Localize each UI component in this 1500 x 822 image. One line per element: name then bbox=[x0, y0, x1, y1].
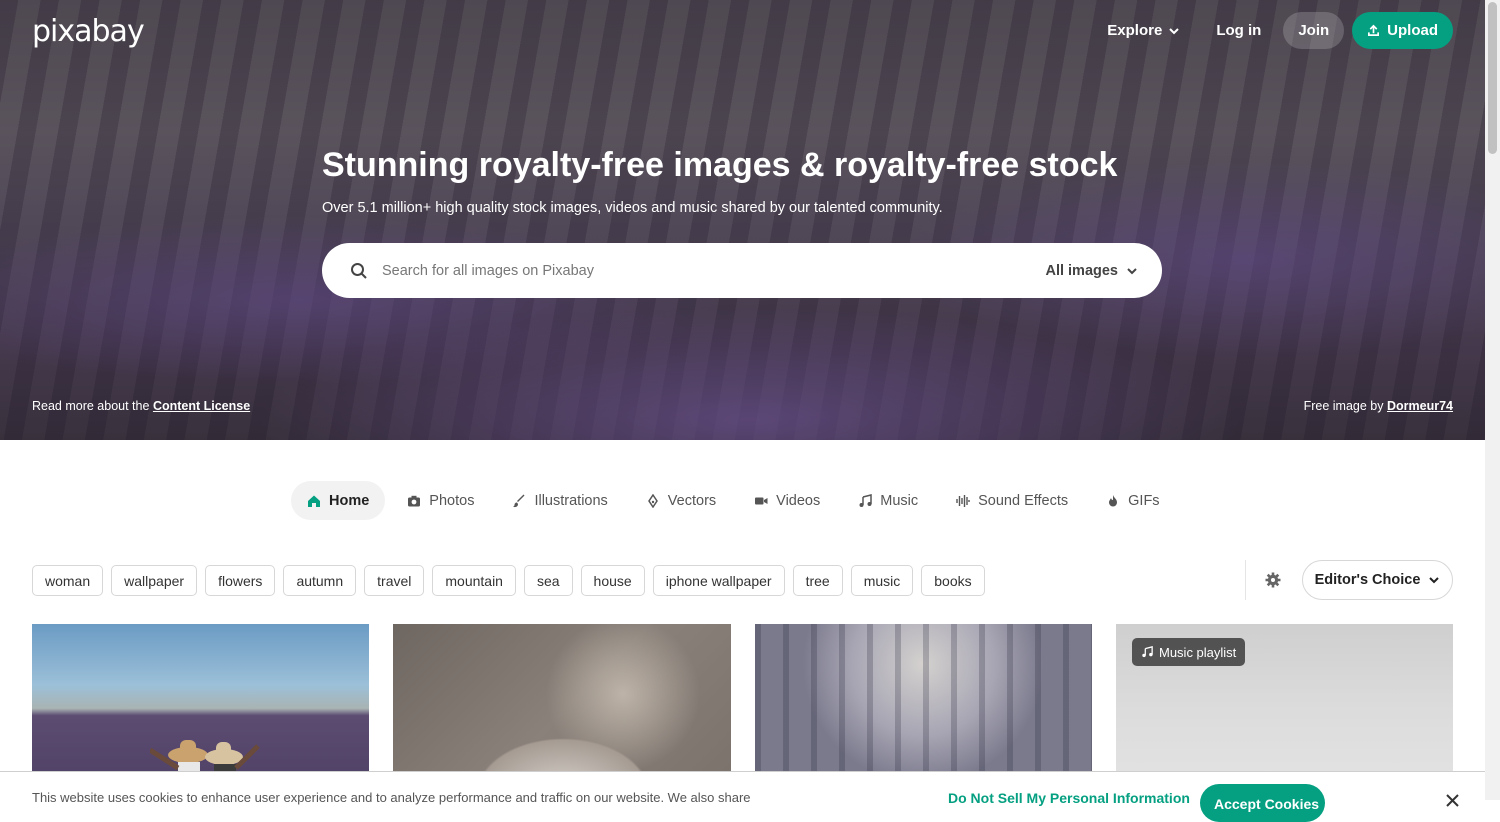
tag-chip[interactable]: music bbox=[850, 565, 914, 596]
upload-button[interactable]: Upload bbox=[1352, 12, 1453, 49]
tab-vectors[interactable]: Vectors bbox=[630, 481, 732, 520]
explore-menu[interactable]: Explore bbox=[1093, 12, 1194, 49]
music-icon bbox=[1142, 646, 1153, 658]
tab-label: Home bbox=[329, 492, 370, 509]
tab-label: GIFs bbox=[1128, 492, 1160, 509]
search-icon[interactable] bbox=[350, 262, 368, 280]
music-playlist-badge: Music playlist bbox=[1132, 638, 1246, 666]
login-link[interactable]: Log in bbox=[1202, 12, 1275, 49]
tab-gifs[interactable]: GIFs bbox=[1090, 481, 1175, 520]
music-icon bbox=[859, 493, 872, 507]
scope-label: All images bbox=[1045, 262, 1118, 279]
search-input[interactable] bbox=[382, 262, 1046, 279]
tab-music[interactable]: Music bbox=[842, 481, 934, 520]
license-prefix: Read more about the bbox=[32, 399, 150, 413]
hero-title: Stunning royalty-free images & royalty-f… bbox=[322, 146, 1118, 184]
tab-illustrations[interactable]: Illustrations bbox=[496, 481, 623, 520]
chevron-down-icon bbox=[1429, 577, 1440, 584]
pen-nib-icon bbox=[647, 493, 658, 508]
gear-icon[interactable] bbox=[1264, 571, 1282, 589]
home-icon bbox=[308, 495, 320, 507]
accept-cookies-button[interactable]: Accept Cookies bbox=[1200, 784, 1325, 822]
tag-chip[interactable]: flowers bbox=[205, 565, 276, 596]
hero-subtitle: Over 5.1 million+ high quality stock ima… bbox=[322, 200, 943, 216]
tab-label: Music bbox=[880, 492, 919, 509]
tab-label: Videos bbox=[776, 492, 821, 509]
tag-chip[interactable]: mountain bbox=[432, 565, 516, 596]
chevron-down-icon bbox=[1127, 267, 1137, 274]
tag-chip[interactable]: books bbox=[921, 565, 985, 596]
tab-label: Vectors bbox=[667, 492, 717, 509]
license-note: Read more about the Content License bbox=[32, 399, 250, 413]
upload-label: Upload bbox=[1387, 22, 1438, 39]
search-scope-dropdown[interactable]: All images bbox=[1045, 263, 1138, 279]
scrollbar-thumb[interactable] bbox=[1488, 2, 1497, 154]
credit-author-link[interactable]: Dormeur74 bbox=[1387, 399, 1453, 413]
image-credit: Free image by Dormeur74 bbox=[1304, 399, 1453, 413]
video-icon bbox=[755, 497, 768, 504]
tag-chip[interactable]: house bbox=[580, 565, 645, 596]
explore-label: Explore bbox=[1107, 22, 1163, 39]
do-not-sell-link[interactable]: Do Not Sell My Personal Information bbox=[948, 790, 1190, 806]
cookie-banner: This website uses cookies to enhance use… bbox=[0, 771, 1485, 822]
tab-home[interactable]: Home bbox=[291, 481, 386, 520]
camera-icon bbox=[408, 495, 421, 506]
tab-label: Sound Effects bbox=[978, 492, 1069, 509]
tab-photos[interactable]: Photos bbox=[391, 481, 490, 520]
hero-banner: pixabay Explore Log in Join Upload Stunn… bbox=[0, 0, 1485, 440]
page-scrollbar[interactable] bbox=[1485, 0, 1500, 800]
tab-label: Illustrations bbox=[534, 492, 608, 509]
credit-prefix: Free image by bbox=[1303, 399, 1384, 413]
tag-chip[interactable]: sea bbox=[523, 565, 573, 596]
media-type-tabs: Home Photos Illustrations Vectors Videos… bbox=[291, 481, 1176, 520]
sort-label: Editor's Choice bbox=[1314, 572, 1421, 588]
waveform-icon bbox=[956, 494, 970, 507]
content-license-link[interactable]: Content License bbox=[153, 399, 250, 413]
tag-chip[interactable]: wallpaper bbox=[111, 565, 198, 596]
chevron-down-icon bbox=[1169, 27, 1180, 34]
tag-chip[interactable]: iphone wallpaper bbox=[652, 565, 785, 596]
join-button[interactable]: Join bbox=[1283, 12, 1345, 49]
trending-tags: woman wallpaper flowers autumn travel mo… bbox=[32, 565, 985, 596]
tag-chip[interactable]: autumn bbox=[283, 565, 357, 596]
tab-sound-effects[interactable]: Sound Effects bbox=[940, 481, 1084, 520]
close-icon[interactable] bbox=[1446, 794, 1459, 807]
pixabay-logo[interactable]: pixabay bbox=[32, 14, 145, 49]
fire-icon bbox=[1109, 494, 1118, 506]
tab-videos[interactable]: Videos bbox=[738, 481, 836, 520]
tag-chip[interactable]: travel bbox=[364, 565, 425, 596]
cookie-message: This website uses cookies to enhance use… bbox=[32, 790, 751, 805]
upload-icon bbox=[1368, 24, 1380, 36]
tag-chip[interactable]: tree bbox=[792, 565, 843, 596]
search-bar: All images bbox=[322, 243, 1162, 298]
sort-dropdown[interactable]: Editor's Choice bbox=[1302, 560, 1453, 600]
brush-icon bbox=[513, 494, 525, 507]
tab-label: Photos bbox=[429, 492, 475, 509]
badge-label: Music playlist bbox=[1159, 644, 1237, 660]
toolbar-divider bbox=[1245, 560, 1246, 600]
tag-chip[interactable]: woman bbox=[32, 565, 104, 596]
top-nav: Explore Log in Join Upload bbox=[1093, 12, 1453, 49]
